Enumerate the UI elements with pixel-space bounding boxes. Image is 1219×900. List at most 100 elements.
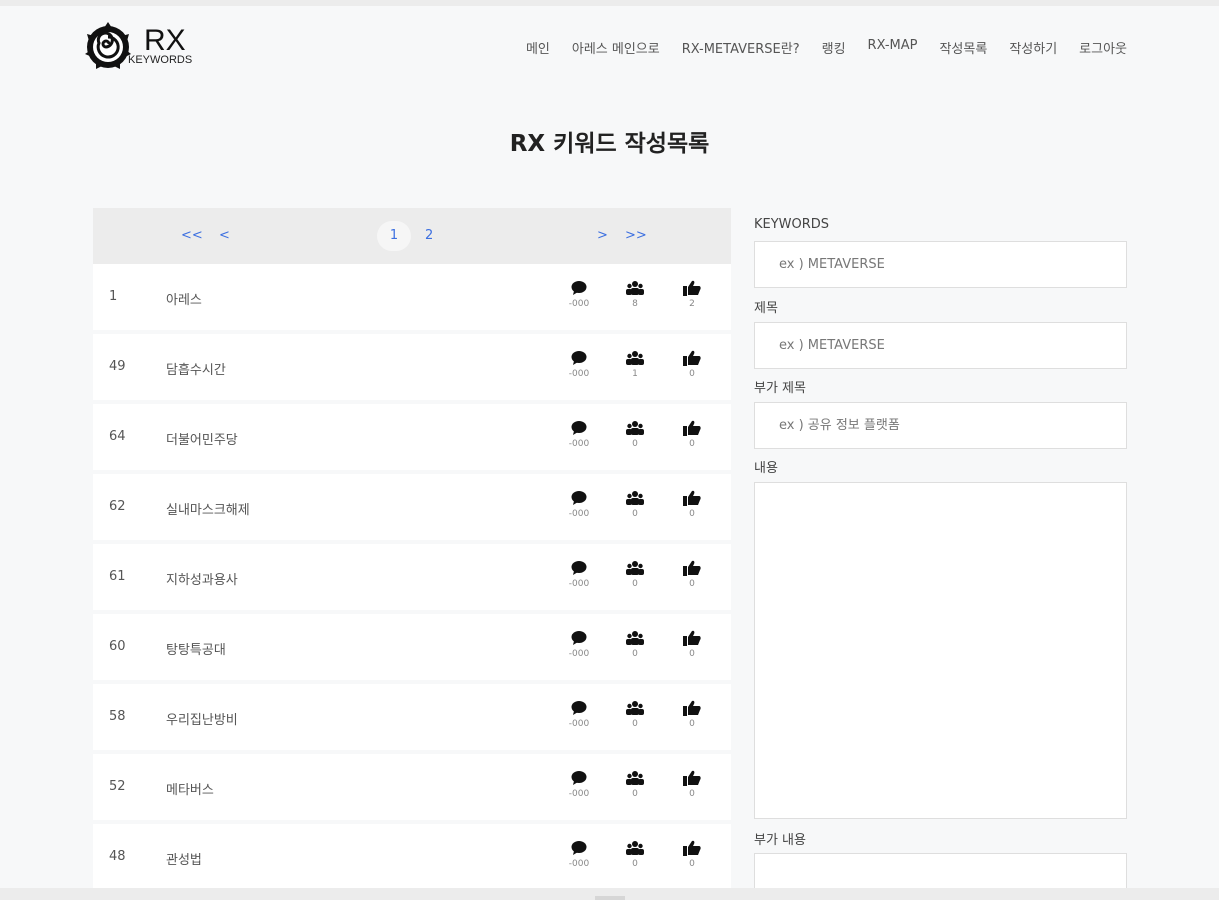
speech-bubble-icon (559, 490, 599, 508)
item-keyword[interactable]: 아레스 (166, 289, 202, 308)
subtitle-label: 부가 제목 (754, 381, 806, 396)
users-group-icon (615, 560, 655, 578)
users-count: 0 (632, 719, 638, 729)
item-keyword[interactable]: 우리집난방비 (166, 709, 238, 728)
comment-stat: -000 (559, 840, 599, 869)
item-keyword[interactable]: 메타버스 (166, 779, 214, 798)
item-number: 62 (109, 499, 126, 514)
spiral-logo-icon (85, 22, 131, 69)
keyword-list-panel: << < 1 2 > >> 1 아레스 -000 8 2 49 담흡수시간 -000 1 0 64 더… (93, 208, 731, 888)
like-stat[interactable]: 0 (672, 770, 712, 799)
comment-count: -000 (568, 789, 590, 799)
nav-item-ranking[interactable]: 랭킹 (822, 38, 846, 57)
list-item[interactable]: 58 우리집난방비 -000 0 0 (93, 684, 731, 750)
nav-item-rx-map[interactable]: RX-MAP (868, 38, 918, 57)
users-stat: 8 (615, 280, 655, 309)
pager-first[interactable]: << (181, 228, 203, 243)
logo-title: RX (144, 24, 186, 57)
users-group-icon (615, 770, 655, 788)
nav-item-logout[interactable]: 로그아웃 (1079, 38, 1127, 57)
bottom-scrollbar[interactable] (0, 888, 1219, 900)
nav-item-main[interactable]: 메인 (526, 38, 550, 57)
comment-count: -000 (568, 299, 590, 309)
users-group-icon (615, 700, 655, 718)
like-count: 0 (689, 509, 695, 519)
thumbs-up-icon[interactable] (672, 770, 712, 788)
subtitle-input[interactable]: ex ) 공유 정보 플랫폼 (754, 402, 1127, 449)
pagination: << < 1 2 > >> (93, 208, 731, 264)
list-item[interactable]: 1 아레스 -000 8 2 (93, 264, 731, 330)
like-stat[interactable]: 0 (672, 490, 712, 519)
item-keyword[interactable]: 더불어민주당 (166, 429, 238, 448)
extra-content-textarea[interactable] (754, 853, 1127, 893)
top-border (0, 0, 1219, 6)
nav-item-about-metaverse[interactable]: RX-METAVERSE란? (682, 38, 800, 57)
extra-content-label: 부가 내용 (754, 833, 806, 848)
like-stat[interactable]: 0 (672, 840, 712, 869)
like-count: 2 (689, 299, 695, 309)
thumbs-up-icon[interactable] (672, 630, 712, 648)
thumbs-up-icon[interactable] (672, 490, 712, 508)
users-group-icon (615, 420, 655, 438)
item-keyword[interactable]: 관성법 (166, 849, 202, 868)
thumbs-up-icon[interactable] (672, 700, 712, 718)
list-item[interactable]: 62 실내마스크해제 -000 0 0 (93, 474, 731, 540)
users-stat: 0 (615, 490, 655, 519)
like-stat[interactable]: 2 (672, 280, 712, 309)
pager-page-2[interactable]: 2 (425, 228, 433, 243)
speech-bubble-icon (559, 280, 599, 298)
item-number: 61 (109, 569, 126, 584)
like-stat[interactable]: 0 (672, 700, 712, 729)
list-item[interactable]: 64 더불어민주당 -000 0 0 (93, 404, 731, 470)
site-logo[interactable]: RX KEYWORDS (84, 20, 214, 72)
users-stat: 0 (615, 700, 655, 729)
nav-item-write[interactable]: 작성하기 (1009, 38, 1057, 57)
thumbs-up-icon[interactable] (672, 350, 712, 368)
list-item[interactable]: 61 지하성과용사 -000 0 0 (93, 544, 731, 610)
content-label: 내용 (754, 461, 778, 476)
comment-stat: -000 (559, 350, 599, 379)
pager-prev[interactable]: < (219, 228, 230, 243)
list-item[interactable]: 60 탕탕특공대 -000 0 0 (93, 614, 731, 680)
users-group-icon (615, 490, 655, 508)
comment-stat: -000 (559, 560, 599, 589)
like-stat[interactable]: 0 (672, 420, 712, 449)
thumbs-up-icon[interactable] (672, 420, 712, 438)
thumbs-up-icon[interactable] (672, 280, 712, 298)
like-stat[interactable]: 0 (672, 630, 712, 659)
pager-last[interactable]: >> (625, 228, 647, 243)
scroll-thumb[interactable] (595, 896, 625, 900)
like-stat[interactable]: 0 (672, 560, 712, 589)
list-item[interactable]: 48 관성법 -000 0 0 (93, 824, 731, 888)
thumbs-up-icon[interactable] (672, 560, 712, 578)
users-group-icon (615, 280, 655, 298)
item-keyword[interactable]: 탕탕특공대 (166, 639, 226, 658)
pager-next[interactable]: > (597, 228, 608, 243)
item-keyword[interactable]: 실내마스크해제 (166, 499, 250, 518)
item-keyword[interactable]: 담흡수시간 (166, 359, 226, 378)
nav-item-my-list[interactable]: 작성목록 (939, 38, 987, 57)
like-stat[interactable]: 0 (672, 350, 712, 379)
item-keyword[interactable]: 지하성과용사 (166, 569, 238, 588)
thumbs-up-icon[interactable] (672, 840, 712, 858)
like-count: 0 (689, 859, 695, 869)
users-stat: 0 (615, 560, 655, 589)
title-input[interactable]: ex ) METAVERSE (754, 322, 1127, 369)
item-number: 49 (109, 359, 126, 374)
content-textarea[interactable] (754, 482, 1127, 819)
item-number: 1 (109, 289, 118, 304)
page-title: RX 키워드 작성목록 (509, 131, 710, 157)
like-count: 0 (689, 789, 695, 799)
list-item[interactable]: 49 담흡수시간 -000 1 0 (93, 334, 731, 400)
users-stat: 1 (615, 350, 655, 379)
list-item[interactable]: 52 메타버스 -000 0 0 (93, 754, 731, 820)
item-number: 58 (109, 709, 126, 724)
speech-bubble-icon (559, 420, 599, 438)
like-count: 0 (689, 649, 695, 659)
nav-item-ares-main[interactable]: 아레스 메인으로 (572, 38, 660, 57)
pager-page-1[interactable]: 1 (377, 221, 411, 251)
keywords-input[interactable]: ex ) METAVERSE (754, 241, 1127, 288)
comment-count: -000 (568, 579, 590, 589)
item-number: 64 (109, 429, 126, 444)
users-count: 0 (632, 789, 638, 799)
